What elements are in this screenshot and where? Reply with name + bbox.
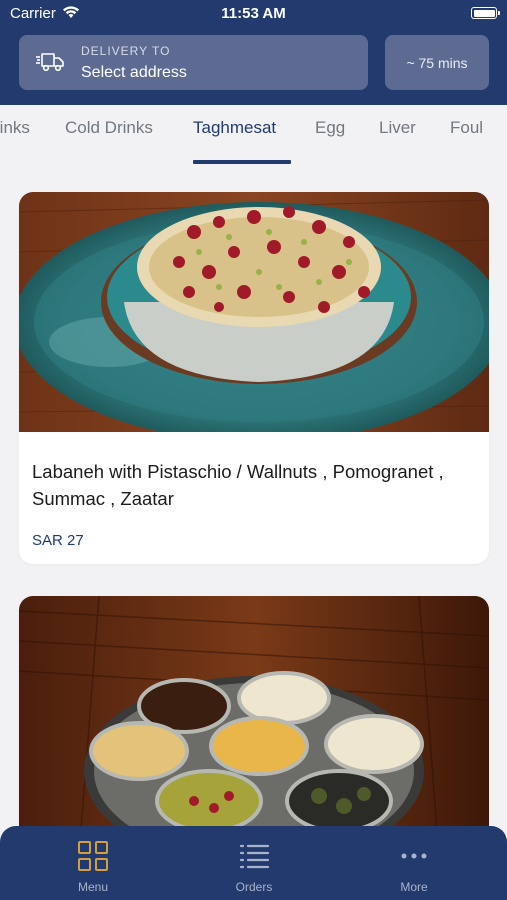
grid-icon (78, 841, 108, 871)
status-bar: Carrier 11:53 AM (0, 0, 507, 28)
tab-liver[interactable]: Liver (379, 118, 416, 138)
app-header: Carrier 11:53 AM DELIVERY TO Select addr… (0, 0, 507, 105)
category-tabs: rinks Cold Drinks Taghmesat Egg Liver Fo… (0, 105, 507, 168)
nav-more-label: More (400, 880, 428, 894)
active-tab-indicator (193, 160, 291, 164)
nav-menu[interactable]: Menu (33, 826, 153, 900)
labaneh-dish-image (19, 192, 489, 432)
ellipsis-icon (401, 853, 427, 859)
address-value: Select address (81, 64, 187, 81)
nav-menu-label: Menu (77, 880, 109, 894)
tab-drinks[interactable]: rinks (0, 118, 30, 138)
nav-orders[interactable]: Orders (194, 826, 314, 900)
tab-foul[interactable]: Foul (450, 118, 483, 138)
mezze-tray-image (19, 596, 489, 856)
nav-orders-label: Orders (235, 880, 273, 894)
menu-item-card[interactable]: Labaneh with Pistaschio / Wallnuts , Pom… (19, 192, 489, 564)
list-icon (239, 844, 270, 869)
item-title: Labaneh with Pistaschio / Wallnuts , Pom… (32, 461, 444, 509)
nav-more[interactable]: More (354, 826, 474, 900)
delivery-to-label: DELIVERY TO (81, 44, 171, 58)
tab-cold-drinks[interactable]: Cold Drinks (65, 118, 153, 138)
select-address-button[interactable]: DELIVERY TO Select address (19, 35, 368, 90)
tab-taghmesat[interactable]: Taghmesat (193, 118, 276, 138)
delivery-truck-icon (36, 53, 64, 72)
item-price: SAR 27 (32, 532, 84, 549)
bottom-tab-bar: Menu Orders More (0, 826, 507, 900)
delivery-eta-button[interactable]: ~ 75 mins (385, 35, 489, 90)
menu-item-card[interactable] (19, 596, 489, 856)
battery-icon (471, 7, 500, 19)
tab-egg[interactable]: Egg (315, 118, 345, 138)
clock: 11:53 AM (221, 5, 286, 22)
